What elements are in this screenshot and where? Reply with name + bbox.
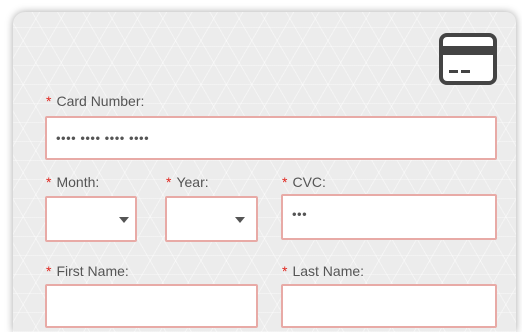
year-select[interactable] <box>165 196 258 242</box>
required-mark: * <box>46 174 52 190</box>
credit-card-icon <box>439 33 497 85</box>
required-mark: * <box>282 174 288 190</box>
month-select[interactable] <box>45 196 137 242</box>
first-name-input[interactable] <box>45 284 258 328</box>
cvc-value: ••• <box>292 206 308 222</box>
card-number-input[interactable]: •••• •••• •••• •••• <box>45 116 497 160</box>
required-mark: * <box>282 263 288 279</box>
required-mark: * <box>166 174 172 190</box>
month-label: * Month: <box>46 174 100 190</box>
cvc-input[interactable]: ••• <box>281 194 497 240</box>
last-name-input[interactable] <box>281 284 497 328</box>
required-mark: * <box>46 263 52 279</box>
chevron-down-icon <box>235 217 245 223</box>
last-name-label: * Last Name: <box>282 263 365 279</box>
cvc-label: * CVC: <box>282 174 326 190</box>
required-mark: * <box>46 93 52 109</box>
card-number-label: * Card Number: <box>46 93 145 109</box>
year-label: * Year: <box>166 174 209 190</box>
chevron-down-icon <box>119 217 129 223</box>
first-name-label: * First Name: <box>46 263 129 279</box>
card-number-value: •••• •••• •••• •••• <box>56 130 150 146</box>
